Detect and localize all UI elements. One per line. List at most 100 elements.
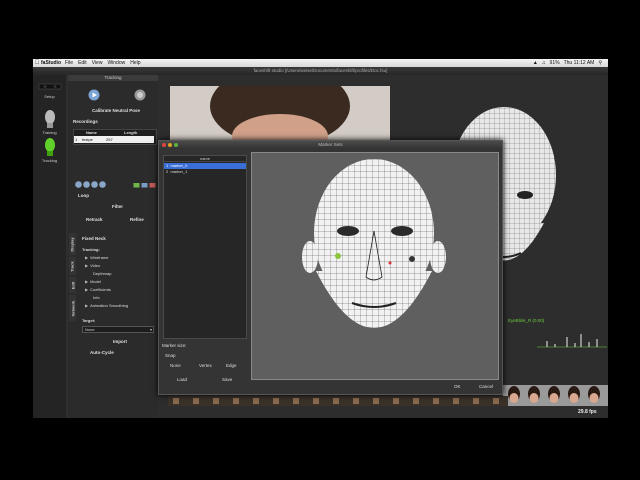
list-item[interactable]: 2 marker_1: [164, 169, 246, 175]
auto-cycle-checkbox[interactable]: Auto-Cycle: [90, 350, 114, 355]
retrack-button[interactable]: Retrack: [86, 217, 103, 222]
tab-edit[interactable]: Edit: [69, 277, 76, 293]
camera-feed: [170, 86, 390, 141]
tree-item-animation-smoothing[interactable]: ▶ Animation Smoothing: [85, 303, 128, 308]
expand-icon: ▶: [85, 287, 89, 292]
mode-toolbar: Setup Training Tracking: [33, 75, 66, 418]
timeline-frames: [168, 396, 508, 406]
tree-item-wireframe[interactable]: ▶ Wireframe: [85, 255, 109, 260]
menu-app-name[interactable]: faStudio: [41, 60, 61, 66]
tree-item-video[interactable]: ▶ Video: [85, 263, 100, 268]
menu-file[interactable]: File: [65, 60, 73, 66]
menu-bar:  faStudio File Edit View Window Help ▲ …: [33, 59, 608, 67]
minimize-icon[interactable]: [168, 142, 172, 147]
skip-forward-icon[interactable]: [99, 181, 106, 188]
tracking-group-label: Tracking:: [82, 247, 100, 252]
menu-edit[interactable]: Edit: [78, 60, 87, 66]
volume-icon[interactable]: ♫: [542, 60, 546, 66]
table-row[interactable]: 1 testpe 257: [74, 136, 154, 143]
menu-help[interactable]: Help: [130, 60, 140, 66]
column-name[interactable]: Name: [86, 130, 97, 135]
expand-icon: ▶: [85, 263, 89, 268]
tracking-panel: Tracking Calibrate Neutral Pose Recordin…: [68, 75, 158, 418]
camera-video-frame: [170, 86, 390, 141]
training-label: Training: [42, 130, 57, 135]
delete-icon[interactable]: [149, 181, 156, 188]
tree-item-coefficients[interactable]: ▶ Coefficients: [85, 287, 111, 292]
load-button[interactable]: Load: [177, 377, 187, 382]
clock[interactable]: Thu 11:12 AM: [564, 60, 595, 66]
ok-button[interactable]: OK: [454, 384, 461, 389]
menu-view[interactable]: View: [92, 60, 103, 66]
recordings-label: Recordings: [73, 119, 98, 124]
close-icon[interactable]: [162, 142, 166, 147]
training-tool[interactable]: Training: [33, 109, 66, 135]
column-name[interactable]: name: [164, 156, 246, 162]
battery-status[interactable]: 91%: [550, 60, 560, 66]
tab-track[interactable]: Track: [69, 257, 76, 275]
expand-icon: ▶: [85, 255, 89, 260]
tab-network[interactable]: Network: [69, 295, 76, 321]
column-length[interactable]: Length: [124, 130, 137, 135]
coefficient-graph: [537, 334, 607, 348]
import-button[interactable]: Import: [113, 339, 127, 344]
screen:  faStudio File Edit View Window Help ▲ …: [33, 59, 608, 418]
expression-thumbnails[interactable]: [503, 385, 608, 406]
row-length: 257: [106, 137, 113, 142]
menu-status-area: ▲ ♫ 91% Thu 11:12 AM ⚲: [533, 60, 608, 66]
face-mesh-render: [302, 159, 446, 328]
camera-sensor-icon: [38, 83, 61, 90]
tracking-label: Tracking: [41, 158, 58, 163]
refine-button[interactable]: Refine: [130, 217, 144, 222]
save-button[interactable]: Save: [222, 377, 232, 382]
row-index: 1: [75, 137, 78, 142]
marker-sets-dialog: Marker Sets name 1 marker_0 2 marker_1 M…: [158, 140, 503, 395]
export-icon[interactable]: [133, 181, 140, 188]
filter-button[interactable]: Filter: [112, 204, 123, 209]
marker-list[interactable]: name 1 marker_0 2 marker_1: [163, 155, 247, 339]
loop-toggle[interactable]: Loop: [78, 193, 89, 198]
window-title: faceshift studio [/Users/weise/Documents…: [33, 67, 608, 75]
playback-controls: [75, 181, 106, 188]
tree-item-info[interactable]: Info: [93, 295, 100, 300]
expand-icon: ▶: [85, 279, 89, 284]
snap-edge-radio[interactable]: Edge: [226, 363, 237, 368]
spotlight-icon[interactable]: ⚲: [598, 60, 602, 66]
tab-display[interactable]: Display: [69, 233, 76, 255]
step-forward-icon[interactable]: [91, 181, 98, 188]
snap-none-radio[interactable]: None: [170, 363, 181, 368]
fps-readout: 29.8 fps: [578, 409, 597, 415]
menu-window[interactable]: Window: [107, 60, 125, 66]
apple-icon[interactable]: : [33, 60, 41, 66]
cancel-button[interactable]: Cancel: [479, 384, 493, 389]
head-icon: [44, 110, 55, 128]
tree-item-model[interactable]: ▶ Model: [85, 279, 101, 284]
cursor-dot: [388, 261, 392, 265]
row-name: testpe: [82, 137, 93, 142]
marker-face-view[interactable]: [251, 152, 499, 380]
timeline-strip[interactable]: [168, 396, 508, 406]
expand-icon: ▶: [85, 303, 89, 308]
tracking-tool[interactable]: Tracking: [33, 137, 66, 163]
zoom-icon[interactable]: [174, 142, 178, 147]
chevron-down-icon: ▾: [149, 327, 152, 332]
fixed-neck-checkbox[interactable]: Fixed Neck: [82, 236, 106, 241]
marker-dot-selected[interactable]: [335, 253, 341, 259]
record-icon[interactable]: [134, 89, 146, 101]
tree-item-depthmap[interactable]: Depthmap: [93, 271, 111, 276]
target-select[interactable]: None ▾: [82, 326, 154, 333]
wifi-icon[interactable]: ▲: [533, 60, 538, 66]
save-icon[interactable]: [141, 181, 148, 188]
step-back-icon[interactable]: [83, 181, 90, 188]
recordings-table: Name Length 1 testpe 257: [73, 129, 157, 145]
marker-size-label: Marker size:: [162, 343, 187, 348]
snap-label: Snap: [165, 353, 176, 358]
skip-back-icon[interactable]: [75, 181, 82, 188]
dialog-title: Marker Sets: [159, 141, 502, 148]
snap-vertex-radio[interactable]: Vertex: [199, 363, 212, 368]
setup-tool[interactable]: Setup: [33, 79, 66, 99]
calibrate-neutral-pose-button[interactable]: Calibrate Neutral Pose: [92, 108, 140, 113]
marker-dot[interactable]: [409, 256, 415, 262]
thumbnail-strip: [503, 385, 608, 406]
play-icon[interactable]: [88, 89, 100, 101]
